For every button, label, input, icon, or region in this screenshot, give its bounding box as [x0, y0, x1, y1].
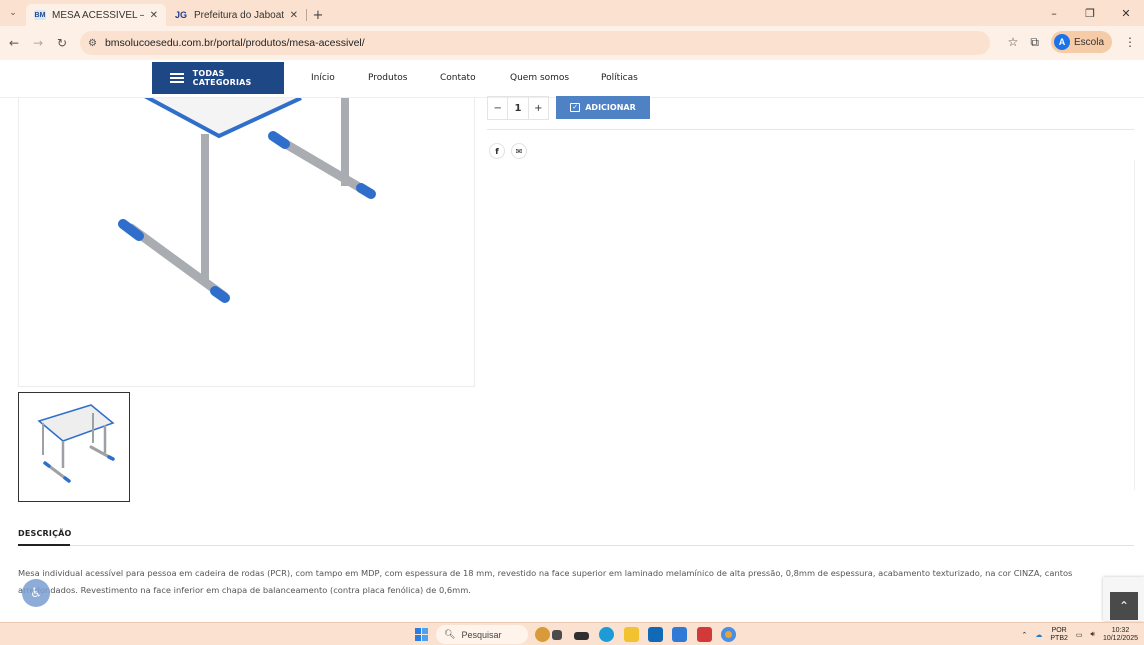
show-hidden-icons-icon[interactable]: ⌃	[1022, 631, 1028, 639]
tab-title: Prefeitura do Jaboatão dos Gua	[194, 9, 284, 21]
site-info-icon[interactable]: ⚙	[88, 38, 97, 49]
active-tab-underline	[18, 544, 70, 546]
task-view-icon[interactable]	[552, 630, 562, 640]
all-categories-button[interactable]: TODAS CATEGORIAS	[152, 62, 284, 94]
facebook-icon[interactable]: f	[489, 143, 505, 159]
app-icon-red[interactable]	[697, 627, 712, 642]
desk-leg-left	[201, 134, 209, 284]
window-controls: – ❐ ✕	[1036, 0, 1144, 26]
browser-tab-bar: ⌄ BM MESA ACESSÍVEL – Portal BM ✕ JG Pre…	[0, 0, 1144, 26]
desk-illustration	[118, 98, 376, 303]
tab-mesa-acessivel[interactable]: BM MESA ACESSÍVEL – Portal BM ✕	[26, 4, 166, 26]
all-categories-label: TODAS CATEGORIAS	[192, 69, 252, 87]
profile-button[interactable]: A Escola	[1050, 31, 1112, 53]
teams-icon[interactable]	[672, 627, 687, 642]
close-window-icon[interactable]: ✕	[1108, 0, 1144, 26]
outlook-icon[interactable]	[648, 627, 663, 642]
check-square-icon: ✓	[570, 103, 581, 112]
network-app-icon[interactable]: ☁	[1035, 631, 1042, 639]
minimize-icon[interactable]: –	[1036, 0, 1072, 26]
windows-taskbar: 🔍︎ Pesquisar ⌃ ☁ POR PTB2 ▭ 🔊︎ 10:32 10/…	[0, 622, 1144, 645]
system-tray: ⌃ ☁ POR PTB2 ▭ 🔊︎ 10:32 10/12/2025	[1022, 625, 1138, 644]
windows-start-icon[interactable]	[415, 628, 428, 641]
extensions-icon[interactable]: ⧉	[1030, 35, 1039, 50]
quantity-plus-button[interactable]: +	[529, 97, 548, 119]
edge-icon[interactable]	[599, 627, 614, 642]
keyboard-layout: PTB2	[1050, 634, 1068, 642]
back-arrow-icon[interactable]: ←	[4, 33, 24, 53]
site-navigation: TODAS CATEGORIAS Início Produtos Contato…	[0, 60, 1144, 98]
desk-top-surface	[148, 98, 301, 136]
quantity-input[interactable]: 1	[507, 97, 529, 119]
nav-item-contato[interactable]: Contato	[440, 73, 476, 83]
scroll-to-top-button[interactable]: ⌃	[1110, 592, 1138, 620]
display-icon[interactable]: ▭	[1076, 631, 1083, 639]
language-indicator[interactable]: POR PTB2	[1050, 627, 1068, 643]
product-thumbnail[interactable]	[18, 392, 130, 502]
browser-menu-icon[interactable]: ⋮	[1124, 35, 1136, 49]
product-main-image[interactable]	[18, 98, 475, 387]
taskbar-search[interactable]: 🔍︎ Pesquisar	[436, 625, 528, 644]
nav-item-quem-somos[interactable]: Quem somos	[510, 73, 569, 83]
search-icon: 🔍︎	[444, 629, 456, 639]
url-text: bmsolucoesedu.com.br/portal/produtos/mes…	[104, 37, 365, 49]
address-toolbar: ← → ↻ ⚙ bmsolucoesedu.com.br/portal/prod…	[0, 26, 1144, 60]
add-to-cart-button[interactable]: ✓ ADICIONAR	[556, 96, 650, 119]
close-tab-icon[interactable]: ✕	[150, 10, 158, 21]
jg-favicon-icon: JG	[174, 10, 187, 20]
widgets-icon[interactable]	[535, 627, 550, 642]
new-tab-icon[interactable]: +	[307, 4, 329, 26]
desk-foot-left	[126, 223, 229, 301]
description-tab[interactable]: DESCRIÇÃO	[18, 529, 72, 538]
chrome-icon[interactable]	[721, 627, 736, 642]
hamburger-icon	[170, 73, 184, 83]
taskbar-search-placeholder: Pesquisar	[461, 629, 502, 640]
language-code: POR	[1051, 626, 1067, 634]
nav-item-politicas[interactable]: Políticas	[601, 73, 638, 83]
profile-label: Escola	[1073, 36, 1104, 48]
desk-foot-right	[274, 135, 369, 195]
forward-arrow-icon[interactable]: →	[28, 33, 48, 53]
reload-icon[interactable]: ↻	[52, 33, 72, 53]
tab-title: MESA ACESSÍVEL – Portal BM	[52, 9, 144, 21]
avatar: A	[1053, 34, 1070, 50]
tab-prefeitura[interactable]: JG Prefeitura do Jaboatão dos Gua ✕	[166, 4, 306, 26]
desk-thumbnail-illustration	[37, 404, 115, 483]
quantity-minus-button[interactable]: −	[488, 97, 507, 119]
tab-search-chevron-icon[interactable]: ⌄	[0, 0, 26, 26]
url-input[interactable]: ⚙ bmsolucoesedu.com.br/portal/produtos/m…	[80, 31, 990, 55]
divider	[487, 129, 1134, 130]
file-explorer-icon[interactable]	[624, 627, 639, 642]
divider	[18, 545, 1134, 546]
clock-time: 10:32	[1111, 626, 1130, 634]
bookmark-star-icon[interactable]: ☆	[1008, 35, 1019, 49]
clock[interactable]: 10:32 10/12/2025	[1103, 627, 1138, 643]
restore-icon[interactable]: ❐	[1072, 0, 1108, 26]
volume-icon[interactable]: 🔊︎	[1091, 631, 1095, 639]
product-description: Mesa individual acessível para pessoa em…	[18, 568, 1073, 595]
add-to-cart-label: ADICIONAR	[585, 103, 636, 112]
page-edge-divider	[1134, 160, 1144, 490]
bm-favicon-icon: BM	[34, 10, 46, 20]
quantity-stepper: − 1 +	[487, 96, 549, 120]
clock-date: 10/12/2025	[1102, 634, 1138, 642]
nav-item-inicio[interactable]: Início	[311, 73, 335, 83]
accessibility-widget-icon[interactable]: ♿	[22, 579, 50, 607]
email-icon[interactable]: ✉	[511, 143, 527, 159]
desktop-app-icon[interactable]	[574, 632, 589, 640]
nav-item-produtos[interactable]: Produtos	[368, 73, 407, 83]
close-tab-icon[interactable]: ✕	[290, 10, 298, 21]
